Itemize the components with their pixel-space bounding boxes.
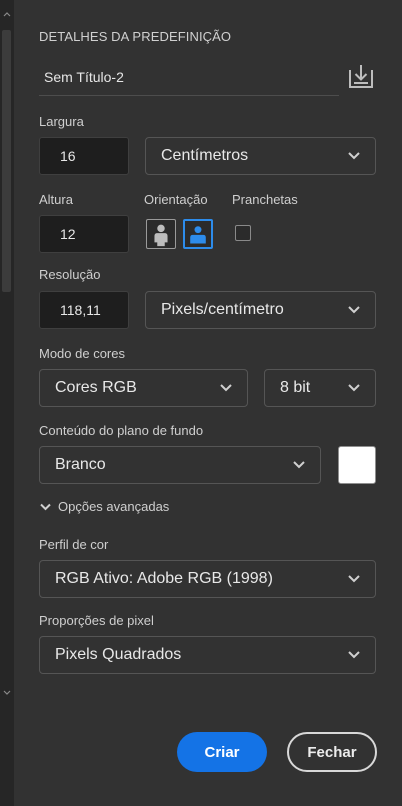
color-profile-select[interactable]: RGB Ativo: Adobe RGB (1998): [39, 560, 376, 598]
bit-depth-value: 8 bit: [280, 379, 311, 396]
document-name-input[interactable]: Sem Título-2: [39, 62, 339, 96]
background-color-swatch[interactable]: [338, 446, 376, 484]
close-button[interactable]: Fechar: [287, 732, 377, 772]
portrait-orientation-icon[interactable]: [146, 219, 176, 249]
section-title: DETALHES DA PREDEFINIÇÃO: [39, 29, 232, 44]
advanced-options-label: Opções avançadas: [58, 499, 170, 514]
chevron-down-icon: [348, 575, 360, 583]
pixel-aspect-label: Proporções de pixel: [39, 613, 154, 628]
artboards-label: Pranchetas: [232, 192, 298, 207]
width-label: Largura: [39, 114, 84, 129]
color-mode-select[interactable]: Cores RGB: [39, 369, 248, 407]
landscape-orientation-icon[interactable]: [183, 219, 213, 249]
background-select[interactable]: Branco: [39, 446, 321, 484]
chevron-down-icon: [348, 384, 360, 392]
chevron-down-icon[interactable]: [2, 687, 12, 697]
pixel-aspect-select[interactable]: Pixels Quadrados: [39, 636, 376, 674]
color-profile-label: Perfil de cor: [39, 537, 109, 552]
scrollbar[interactable]: [0, 0, 14, 806]
height-label: Altura: [39, 192, 73, 207]
chevron-up-icon[interactable]: [2, 10, 12, 20]
chevron-down-icon: [348, 306, 360, 314]
resolution-unit-value: Pixels/centímetro: [161, 301, 284, 318]
chevron-down-icon: [293, 461, 305, 469]
resolution-label: Resolução: [39, 267, 101, 282]
advanced-options-toggle[interactable]: Opções avançadas: [39, 499, 169, 514]
resolution-unit-select[interactable]: Pixels/centímetro: [145, 291, 376, 329]
chevron-down-icon: [348, 152, 360, 160]
preset-details-panel: DETALHES DA PREDEFINIÇÃO Sem Título-2 La…: [14, 0, 402, 806]
height-input[interactable]: 12: [39, 215, 129, 253]
scrollbar-thumb[interactable]: [2, 30, 11, 292]
chevron-down-icon: [220, 384, 232, 392]
width-unit-value: Centímetros: [161, 147, 249, 164]
background-label: Conteúdo do plano de fundo: [39, 423, 204, 438]
artboards-checkbox[interactable]: [235, 225, 251, 241]
background-value: Branco: [55, 456, 106, 473]
chevron-down-icon: [40, 503, 51, 510]
color-mode-label: Modo de cores: [39, 346, 125, 361]
bit-depth-select[interactable]: 8 bit: [264, 369, 376, 407]
width-unit-select[interactable]: Centímetros: [145, 137, 376, 175]
orientation-label: Orientação: [144, 192, 208, 207]
resolution-input[interactable]: 118,11: [39, 291, 129, 329]
color-mode-value: Cores RGB: [55, 379, 137, 396]
save-preset-icon[interactable]: [346, 62, 376, 90]
width-input[interactable]: 16: [39, 137, 129, 175]
chevron-down-icon: [348, 651, 360, 659]
color-profile-value: RGB Ativo: Adobe RGB (1998): [55, 570, 273, 587]
pixel-aspect-value: Pixels Quadrados: [55, 646, 182, 663]
create-button[interactable]: Criar: [177, 732, 267, 772]
